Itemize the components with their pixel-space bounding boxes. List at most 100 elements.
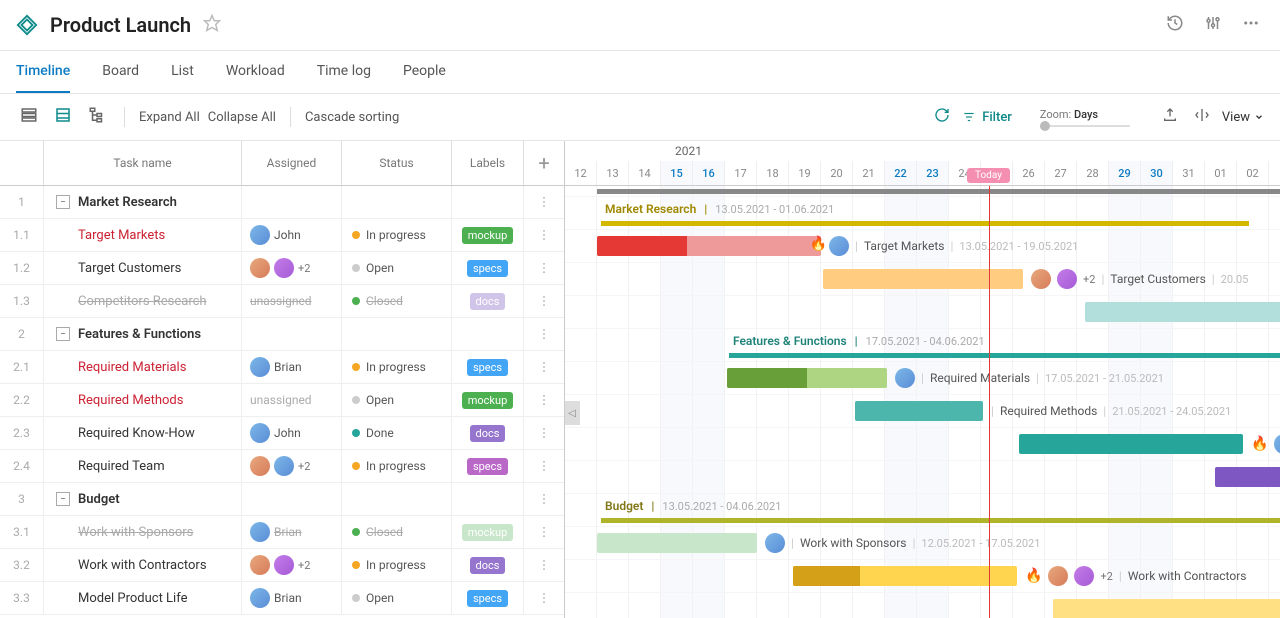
- assigned-cell[interactable]: [242, 483, 342, 515]
- task-bar[interactable]: [1053, 599, 1280, 618]
- row-menu-icon[interactable]: [524, 261, 564, 275]
- task-bar[interactable]: |Required Methods|21.05.2021 - 24.05.202…: [855, 401, 983, 421]
- collapse-toggle[interactable]: −: [56, 327, 70, 341]
- hierarchy-icon[interactable]: [84, 102, 110, 132]
- table-row[interactable]: 3.3Model Product LifeBrianOpenspecs: [0, 582, 564, 615]
- summary-bar[interactable]: [729, 353, 1280, 358]
- assigned-cell[interactable]: Brian: [242, 582, 342, 614]
- labels-cell[interactable]: mockup: [452, 516, 524, 548]
- task-bar[interactable]: +2|Target Customers|20.05: [823, 269, 1023, 289]
- status-cell[interactable]: In progress: [342, 450, 452, 482]
- collapse-toggle[interactable]: −: [56, 492, 70, 506]
- expand-all-button[interactable]: Expand All: [139, 110, 200, 125]
- row-menu-icon[interactable]: [524, 558, 564, 572]
- view-dropdown[interactable]: View: [1222, 110, 1264, 125]
- tab-time-log[interactable]: Time log: [317, 51, 371, 93]
- row-menu-icon[interactable]: [524, 327, 564, 341]
- labels-cell[interactable]: [452, 318, 524, 350]
- row-menu-icon[interactable]: [524, 360, 564, 374]
- task-bar[interactable]: |Work with Sponsors|12.05.2021 - 17.05.2…: [597, 533, 757, 553]
- table-row[interactable]: 1.1Target MarketsJohnIn progressmockup: [0, 219, 564, 252]
- column-assigned[interactable]: Assigned: [242, 141, 342, 185]
- status-cell[interactable]: [342, 318, 452, 350]
- assigned-cell[interactable]: [242, 186, 342, 218]
- column-task[interactable]: Task name: [44, 141, 242, 185]
- task-bar[interactable]: 🔥|Target Markets|13.05.2021 - 19.05.2021: [597, 236, 821, 256]
- labels-cell[interactable]: specs: [452, 450, 524, 482]
- row-menu-icon[interactable]: [524, 591, 564, 605]
- task-bar[interactable]: [1215, 467, 1280, 487]
- refresh-icon[interactable]: [930, 103, 954, 131]
- task-bar[interactable]: |Required Materials|17.05.2021 - 21.05.2…: [727, 368, 887, 388]
- assigned-cell[interactable]: Brian: [242, 516, 342, 548]
- tab-board[interactable]: Board: [102, 51, 139, 93]
- row-menu-icon[interactable]: [524, 426, 564, 440]
- status-cell[interactable]: In progress: [342, 219, 452, 251]
- assigned-cell[interactable]: +2: [242, 450, 342, 482]
- table-row[interactable]: 2.4Required Team+2In progressspecs: [0, 450, 564, 483]
- filter-button[interactable]: Filter: [962, 110, 1012, 125]
- labels-cell[interactable]: mockup: [452, 219, 524, 251]
- labels-cell[interactable]: mockup: [452, 384, 524, 416]
- table-row[interactable]: 3−Budget: [0, 483, 564, 516]
- row-menu-icon[interactable]: [524, 492, 564, 506]
- assigned-cell[interactable]: John: [242, 219, 342, 251]
- assigned-cell[interactable]: [242, 318, 342, 350]
- status-cell[interactable]: Done: [342, 417, 452, 449]
- add-column-button[interactable]: +: [524, 141, 564, 185]
- labels-cell[interactable]: [452, 483, 524, 515]
- table-row[interactable]: 3.1Work with SponsorsBrianClosedmockup: [0, 516, 564, 549]
- cascade-sorting-button[interactable]: Cascade sorting: [305, 110, 399, 125]
- status-cell[interactable]: Open: [342, 384, 452, 416]
- collapse-all-button[interactable]: Collapse All: [208, 110, 276, 125]
- assigned-cell[interactable]: unassigned: [242, 285, 342, 317]
- task-bar[interactable]: 🔥: [1019, 434, 1243, 454]
- labels-cell[interactable]: [452, 186, 524, 218]
- table-row[interactable]: 1−Market Research: [0, 186, 564, 219]
- favorite-star-icon[interactable]: [203, 14, 221, 36]
- row-menu-icon[interactable]: [524, 525, 564, 539]
- collapse-panel-handle[interactable]: ◁: [565, 401, 580, 425]
- table-row[interactable]: 2.3Required Know-HowJohnDonedocs: [0, 417, 564, 450]
- outline-view-icon[interactable]: [16, 102, 42, 132]
- row-menu-icon[interactable]: [524, 294, 564, 308]
- tab-list[interactable]: List: [171, 51, 194, 93]
- labels-cell[interactable]: specs: [452, 351, 524, 383]
- table-row[interactable]: 1.2Target Customers+2Openspecs: [0, 252, 564, 285]
- status-cell[interactable]: In progress: [342, 549, 452, 581]
- task-bar[interactable]: 🔥+2|Work with Contractors: [793, 566, 1017, 586]
- status-cell[interactable]: [342, 483, 452, 515]
- table-row[interactable]: 2−Features & Functions: [0, 318, 564, 351]
- fit-icon[interactable]: [1190, 103, 1214, 131]
- tab-timeline[interactable]: Timeline: [16, 51, 70, 93]
- row-menu-icon[interactable]: [524, 459, 564, 473]
- tab-workload[interactable]: Workload: [226, 51, 285, 93]
- labels-cell[interactable]: specs: [452, 582, 524, 614]
- assigned-cell[interactable]: +2: [242, 252, 342, 284]
- status-cell[interactable]: Open: [342, 582, 452, 614]
- list-view-icon[interactable]: [50, 102, 76, 132]
- labels-cell[interactable]: docs: [452, 417, 524, 449]
- status-cell[interactable]: Open: [342, 252, 452, 284]
- labels-cell[interactable]: docs: [452, 549, 524, 581]
- row-menu-icon[interactable]: [524, 195, 564, 209]
- row-menu-icon[interactable]: [524, 393, 564, 407]
- summary-bar[interactable]: [601, 221, 1249, 226]
- status-cell[interactable]: Closed: [342, 285, 452, 317]
- labels-cell[interactable]: specs: [452, 252, 524, 284]
- column-labels[interactable]: Labels: [452, 141, 524, 185]
- row-menu-icon[interactable]: [524, 228, 564, 242]
- table-row[interactable]: 3.2Work with Contractors+2In progressdoc…: [0, 549, 564, 582]
- assigned-cell[interactable]: unassigned: [242, 384, 342, 416]
- status-cell[interactable]: Closed: [342, 516, 452, 548]
- task-bar[interactable]: |Cor: [1085, 302, 1280, 322]
- zoom-slider[interactable]: [1040, 125, 1130, 127]
- more-menu-icon[interactable]: [1238, 10, 1264, 40]
- table-row[interactable]: 2.2Required MethodsunassignedOpenmockup: [0, 384, 564, 417]
- summary-bar[interactable]: [601, 518, 1280, 523]
- labels-cell[interactable]: docs: [452, 285, 524, 317]
- zoom-control[interactable]: Zoom: Days: [1040, 108, 1130, 127]
- table-row[interactable]: 2.1Required MaterialsBrianIn progressspe…: [0, 351, 564, 384]
- history-icon[interactable]: [1162, 10, 1188, 40]
- collapse-toggle[interactable]: −: [56, 195, 70, 209]
